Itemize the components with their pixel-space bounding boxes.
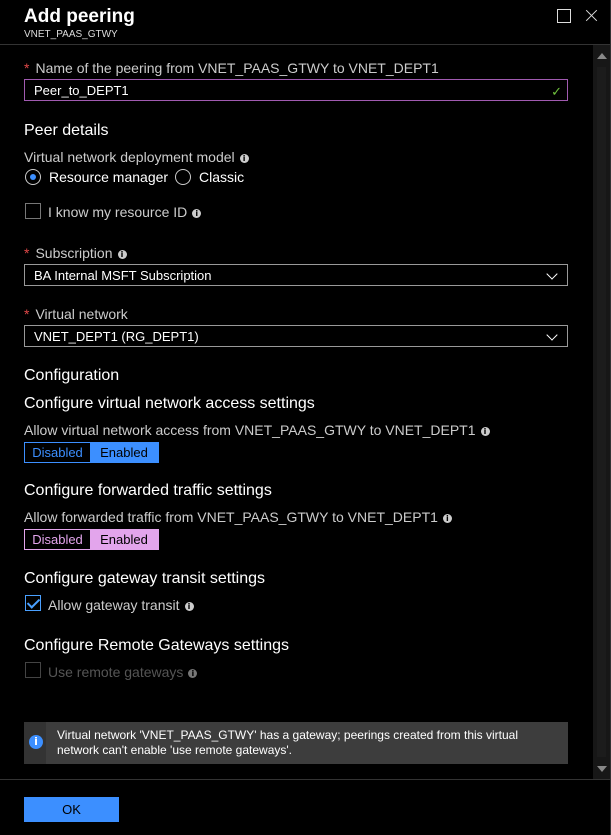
info-icon[interactable]: i bbox=[188, 668, 198, 678]
maximize-icon[interactable] bbox=[557, 9, 571, 23]
ok-button[interactable]: OK bbox=[24, 797, 119, 822]
required-asterisk: * bbox=[24, 245, 30, 261]
required-asterisk: * bbox=[24, 60, 30, 76]
chevron-down-icon bbox=[546, 329, 558, 341]
info-icon[interactable]: i bbox=[480, 426, 490, 436]
info-icon[interactable]: i bbox=[117, 249, 127, 259]
chevron-down-icon bbox=[546, 268, 558, 280]
info-message-box: i Virtual network 'VNET_PAAS_GTWY' has a… bbox=[24, 722, 568, 764]
blade-title: Add peering bbox=[24, 6, 135, 27]
access-enabled-option[interactable]: Enabled bbox=[90, 443, 158, 462]
info-icon[interactable]: i bbox=[184, 601, 194, 611]
radio-resource-manager-label[interactable]: Resource manager bbox=[49, 169, 168, 185]
info-message-icon-area: i bbox=[24, 722, 46, 764]
peer-details-heading: Peer details bbox=[24, 122, 109, 139]
virtual-network-label: * Virtual network bbox=[24, 306, 128, 322]
forwarded-enabled-option[interactable]: Enabled bbox=[90, 530, 158, 549]
radio-classic[interactable] bbox=[175, 169, 191, 185]
header-divider bbox=[0, 44, 610, 45]
access-settings-label: Allow virtual network access from VNET_P… bbox=[24, 422, 490, 438]
forwarded-toggle[interactable]: Disabled Enabled bbox=[24, 529, 159, 550]
forwarded-disabled-option[interactable]: Disabled bbox=[25, 530, 90, 549]
info-message-text: Virtual network 'VNET_PAAS_GTWY' has a g… bbox=[57, 728, 518, 757]
forwarded-traffic-label: Allow forwarded traffic from VNET_PAAS_G… bbox=[24, 509, 452, 525]
gateway-transit-label: Allow gateway transit i bbox=[48, 597, 194, 613]
gateway-transit-heading: Configure gateway transit settings bbox=[24, 570, 266, 587]
access-disabled-option[interactable]: Disabled bbox=[25, 443, 90, 462]
resource-id-label: I know my resource ID i bbox=[48, 204, 202, 220]
scroll-down-arrow-icon[interactable] bbox=[597, 766, 607, 772]
remote-gateways-checkbox bbox=[25, 662, 41, 678]
info-icon[interactable]: i bbox=[239, 153, 249, 163]
scroll-up-arrow-icon[interactable] bbox=[597, 53, 607, 59]
remote-gateways-label: Use remote gateways i bbox=[48, 664, 198, 680]
access-toggle[interactable]: Disabled Enabled bbox=[24, 442, 159, 463]
radio-classic-label[interactable]: Classic bbox=[199, 169, 244, 185]
add-peering-blade: Add peering VNET_PAAS_GTWY * Name of the … bbox=[0, 0, 611, 835]
info-icon[interactable]: i bbox=[442, 513, 452, 523]
access-settings-heading: Configure virtual network access setting… bbox=[24, 395, 315, 412]
scrollbar-thumb[interactable] bbox=[597, 67, 606, 757]
footer-divider bbox=[0, 779, 610, 780]
blade-subtitle: VNET_PAAS_GTWY bbox=[24, 29, 118, 40]
remote-gateways-heading: Configure Remote Gateways settings bbox=[24, 637, 290, 654]
resource-id-checkbox[interactable] bbox=[25, 203, 41, 219]
info-circle-icon: i bbox=[29, 735, 43, 749]
peering-name-input[interactable]: Peer_to_DEPT1 ✓ bbox=[24, 79, 568, 101]
deployment-model-label: Virtual network deployment model i bbox=[24, 149, 249, 165]
gateway-transit-checkbox[interactable] bbox=[25, 595, 41, 611]
vertical-scrollbar[interactable] bbox=[593, 45, 610, 780]
forwarded-traffic-heading: Configure forwarded traffic settings bbox=[24, 482, 272, 499]
virtual-network-dropdown[interactable]: VNET_DEPT1 (RG_DEPT1) bbox=[24, 325, 568, 347]
close-icon[interactable] bbox=[585, 9, 597, 21]
radio-resource-manager[interactable] bbox=[25, 169, 41, 185]
valid-check-icon: ✓ bbox=[551, 84, 562, 99]
subscription-label: * Subscription i bbox=[24, 245, 127, 261]
info-icon[interactable]: i bbox=[192, 208, 202, 218]
configuration-heading: Configuration bbox=[24, 367, 120, 384]
peering-name-label: * Name of the peering from VNET_PAAS_GTWY… bbox=[24, 60, 439, 76]
required-asterisk: * bbox=[24, 306, 30, 322]
subscription-dropdown[interactable]: BA Internal MSFT Subscription bbox=[24, 264, 568, 286]
